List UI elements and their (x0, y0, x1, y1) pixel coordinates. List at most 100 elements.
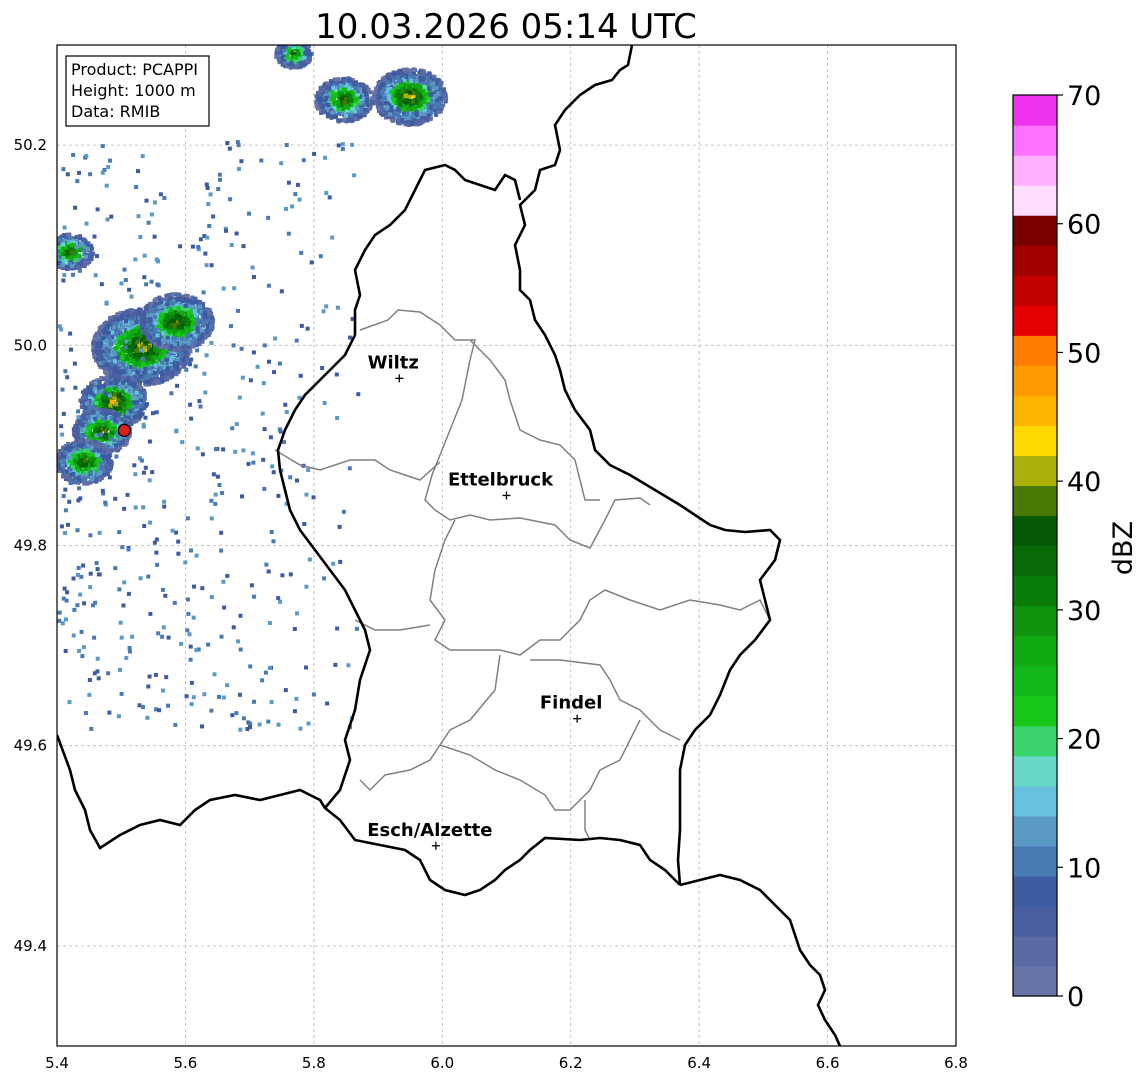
echo-pixel (164, 368, 169, 373)
echo-pixel (137, 362, 141, 367)
echo-pixel (190, 300, 195, 305)
echo-pixel (84, 431, 89, 436)
echo-pixel (180, 357, 185, 362)
echo-pixel (172, 305, 177, 310)
echo-pixel (92, 337, 97, 342)
echo-pixel (131, 329, 136, 334)
echo-pixel (105, 330, 110, 335)
echo-pixel (112, 325, 117, 330)
echo-pixel (120, 314, 125, 319)
echo-pixel (128, 334, 133, 339)
echo-pixel (121, 380, 126, 385)
echo-pixel (180, 306, 185, 311)
echo-pixel (112, 386, 117, 391)
echo-pixel (92, 353, 97, 358)
echo-pixel (180, 299, 185, 304)
echo-pixel (168, 325, 173, 330)
echo-pixel (103, 428, 108, 433)
echo-pixel (186, 332, 191, 337)
echo-pixel (80, 400, 84, 405)
echo-pixel (130, 320, 135, 325)
echo-pixel (139, 398, 144, 402)
echo-pixel (97, 419, 102, 424)
echo-pixel (105, 399, 110, 404)
echo-pixel (194, 299, 199, 304)
echo-pixel (204, 334, 209, 339)
echo-pixel (95, 453, 100, 458)
echo-pixel (51, 246, 55, 250)
echo-pixel (157, 305, 162, 310)
echo-pixel (144, 375, 149, 380)
echo-pixel (193, 309, 197, 314)
echo-pixel (131, 384, 136, 389)
echo-pixel (48, 257, 52, 261)
echo-pixel (89, 425, 94, 430)
echo-pixel (49, 240, 53, 244)
echo-pixel (48, 245, 52, 249)
echo-pixel (122, 408, 127, 413)
echo-pixel (104, 348, 109, 353)
echo-pixel (83, 239, 88, 244)
echo-pixel (131, 400, 136, 405)
echo-pixel (109, 342, 113, 346)
echo-pixel (149, 331, 154, 335)
echo-pixel (82, 448, 87, 453)
echo-pixel (158, 316, 163, 320)
echo-pixel (180, 320, 185, 325)
echo-pixel (183, 361, 187, 366)
echo-pixel (99, 324, 104, 329)
echo-pixel (82, 472, 87, 477)
echo-pixel (81, 478, 86, 483)
echo-pixel (133, 366, 138, 371)
echo-pixel (103, 435, 108, 440)
echo-pixel (109, 315, 114, 320)
echo-pixel (144, 305, 149, 310)
echo-pixel (102, 460, 107, 465)
echo-pixel (129, 422, 134, 427)
echo-pixel (204, 307, 209, 312)
echo-pixel (48, 254, 52, 258)
echo-pixel (191, 336, 196, 341)
echo-pixel (49, 246, 53, 250)
echo-pixel (101, 417, 105, 422)
echo-pixel (64, 469, 69, 474)
echo-pixel (153, 328, 158, 332)
echo-pixel (122, 333, 127, 337)
echo-pixel (91, 343, 96, 347)
echo-pixel (169, 366, 174, 371)
echo-pixel (177, 297, 181, 302)
echo-pixel (189, 314, 194, 319)
echo-pixel (97, 336, 102, 341)
echo-pixel (110, 374, 115, 379)
echo-pixel (142, 322, 147, 327)
echo-pixel (127, 400, 132, 405)
echo-pixel (49, 247, 53, 251)
echo-pixel (113, 401, 118, 406)
echo-pixel (120, 326, 125, 331)
echo-pixel (178, 353, 183, 358)
echo-pixel (89, 445, 94, 450)
echo-pixel (49, 261, 53, 265)
echo-pixel (47, 244, 51, 248)
echo-pixel (47, 243, 51, 247)
echo-pixel (48, 245, 52, 249)
echo-pixel (141, 330, 146, 335)
echo-pixel (157, 341, 161, 346)
echo-pixel (131, 418, 136, 423)
echo-pixel (143, 340, 148, 345)
echo-pixel (169, 358, 174, 363)
echo-pixel (52, 240, 56, 244)
echo-pixel (79, 459, 84, 464)
echo-pixel (102, 408, 107, 413)
echo-pixel (53, 240, 57, 244)
echo-pixel (176, 332, 181, 337)
echo-pixel (47, 251, 51, 255)
map-area[interactable]: WiltzEttelbruckFindelEsch/Alzette (45, 38, 957, 1047)
echo-pixel (48, 258, 52, 262)
echo-pixel (47, 249, 51, 253)
echo-pixel (97, 385, 102, 390)
echo-pixel (116, 335, 121, 340)
echo-pixel (125, 313, 130, 318)
echo-pixel (52, 249, 56, 253)
echo-pixel (145, 351, 150, 356)
